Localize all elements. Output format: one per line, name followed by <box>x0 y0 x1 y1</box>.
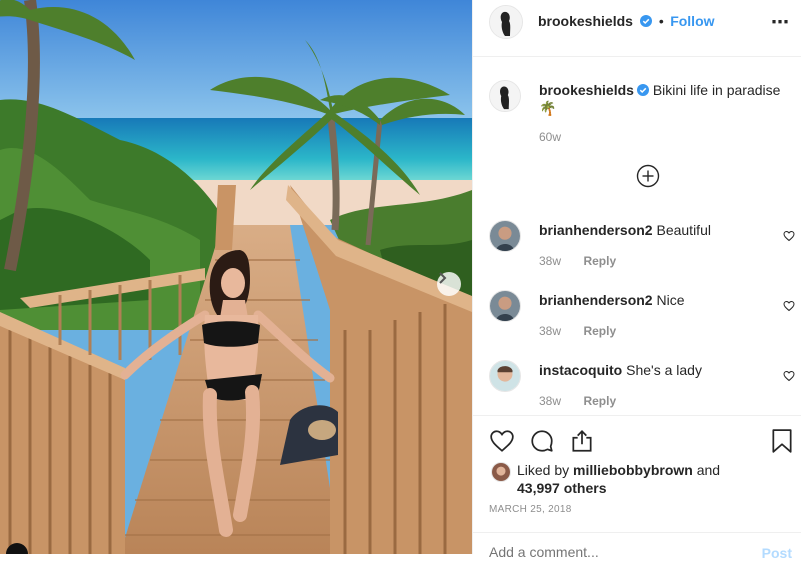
comment-meta: 38w Reply <box>539 322 616 340</box>
commenter-avatar[interactable] <box>489 220 521 252</box>
comment-text: Beautiful <box>656 222 711 238</box>
comment-username[interactable]: instacoquito <box>539 362 622 378</box>
comment-body: brianhenderson2 Beautiful <box>539 221 711 239</box>
commenter-avatar-image <box>490 361 520 391</box>
verified-badge-icon <box>640 15 653 27</box>
reply-button[interactable]: Reply <box>583 324 616 338</box>
load-more-comments-icon[interactable] <box>636 164 660 188</box>
heart-icon[interactable] <box>489 428 515 454</box>
liker-avatar[interactable] <box>491 462 511 482</box>
comment-timestamp[interactable]: 38w <box>539 324 561 338</box>
likes-summary: Liked by milliebobbybrown and 43,997 oth… <box>517 461 720 497</box>
avatar[interactable] <box>489 5 523 39</box>
liker-username[interactable]: milliebobbybrown <box>573 462 693 478</box>
caption-avatar-image <box>490 81 520 111</box>
heart-icon[interactable] <box>783 370 795 382</box>
follow-separator: • <box>658 13 664 29</box>
comment-timestamp[interactable]: 38w <box>539 394 561 408</box>
more-icon[interactable]: ⋯ <box>771 12 790 33</box>
post-photo-illustration <box>0 0 472 554</box>
verified-badge-icon <box>636 84 649 96</box>
reply-button[interactable]: Reply <box>583 254 616 268</box>
post-username[interactable]: brookeshields <box>538 13 633 29</box>
comment-text: Nice <box>656 292 685 308</box>
comment-body: brianhenderson2 Nice <box>539 291 685 309</box>
heart-icon[interactable] <box>783 230 795 242</box>
caption-body: brookeshields Bikini life in paradise 🌴 <box>539 81 794 117</box>
reply-button[interactable]: Reply <box>583 394 616 408</box>
bookmark-icon[interactable] <box>771 428 793 454</box>
post-panel: brookeshields • Follow ⋯ brookeshields B… <box>472 0 801 561</box>
caption-username[interactable]: brookeshields <box>539 82 634 98</box>
comment-input[interactable] <box>487 543 731 561</box>
post-comment-button[interactable]: Post <box>762 545 792 561</box>
comment-text: She's a lady <box>626 362 702 378</box>
post-date[interactable]: MARCH 25, 2018 <box>489 504 572 515</box>
avatar-image <box>490 6 522 38</box>
comment-meta: 38w Reply <box>539 392 616 410</box>
comment-timestamp[interactable]: 38w <box>539 254 561 268</box>
post-header: brookeshields • Follow ⋯ <box>473 0 801 57</box>
commenter-avatar[interactable] <box>489 290 521 322</box>
caption-avatar[interactable] <box>489 80 521 112</box>
comment-body: instacoquito She's a lady <box>539 361 702 379</box>
liker-avatar-image <box>492 463 510 481</box>
comment-username[interactable]: brianhenderson2 <box>539 222 653 238</box>
commenter-avatar[interactable] <box>489 360 521 392</box>
add-comment-bar: Post <box>473 532 801 562</box>
comment-meta: 38w Reply <box>539 252 616 270</box>
chevron-right-icon <box>439 272 447 284</box>
likes-prefix: Liked by <box>517 462 570 478</box>
next-photo-button[interactable] <box>437 272 461 296</box>
header-user-line: brookeshields • Follow <box>538 13 715 31</box>
plus-circle-icon <box>636 164 660 188</box>
palm-tree-emoji: 🌴 <box>539 100 557 116</box>
share-icon[interactable] <box>569 428 595 454</box>
commenter-avatar-image <box>490 291 520 321</box>
heart-icon[interactable] <box>783 300 795 312</box>
commenter-avatar-image <box>490 221 520 251</box>
caption-text: Bikini life in paradise <box>652 82 781 98</box>
follow-button[interactable]: Follow <box>670 13 714 29</box>
comment-username[interactable]: brianhenderson2 <box>539 292 653 308</box>
post-photo[interactable] <box>0 0 472 554</box>
likes-and: and <box>696 462 721 478</box>
likes-count[interactable]: 43,997 others <box>517 480 607 496</box>
caption-timestamp[interactable]: 60w <box>539 130 561 144</box>
comment-icon[interactable] <box>529 428 555 454</box>
